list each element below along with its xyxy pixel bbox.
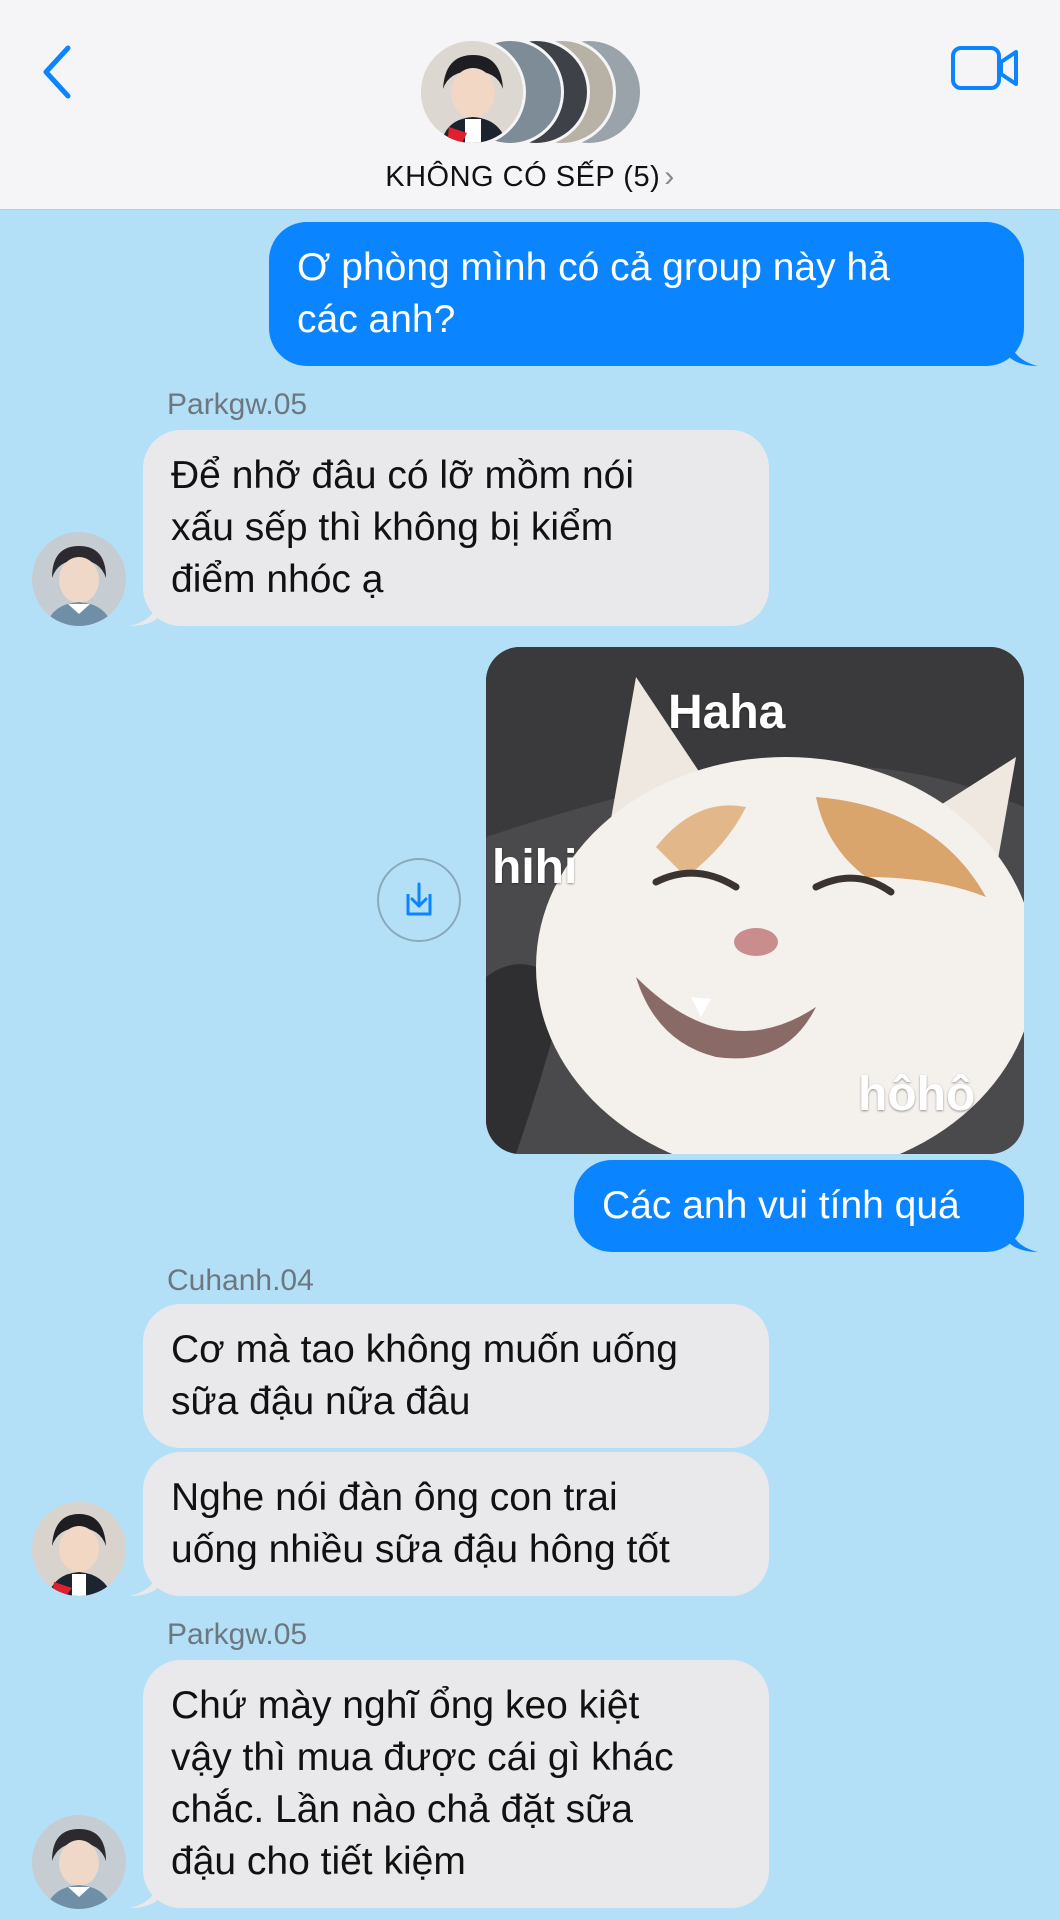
- message-line: Nghe nói đàn ông con trai: [171, 1476, 618, 1519]
- message-line: các anh?: [297, 298, 456, 341]
- download-icon: [406, 882, 432, 916]
- sender-name: Parkgw.05: [167, 388, 308, 421]
- image-caption: hôhô: [858, 1068, 976, 1121]
- avatar[interactable]: [32, 1502, 126, 1596]
- group-title-label: KHÔNG CÓ SẾP (5): [385, 161, 661, 193]
- message-line: điểm nhóc ạ: [171, 558, 384, 601]
- message-line: đậu cho tiết kiệm: [171, 1840, 466, 1883]
- image-caption: hihi: [492, 841, 578, 894]
- avatar[interactable]: [32, 532, 126, 626]
- message-line: vậy thì mua được cái gì khác: [171, 1736, 674, 1779]
- group-title[interactable]: KHÔNG CÓ SẾP (5) ›: [0, 160, 1060, 194]
- bubble-tail: [130, 1878, 160, 1908]
- group-avatars[interactable]: [418, 38, 643, 148]
- message-bubble-outgoing[interactable]: Các anh vui tính quá: [574, 1160, 1024, 1252]
- message-line: Các anh vui tính quá: [602, 1184, 960, 1227]
- bubble-tail: [130, 1566, 160, 1596]
- avatar[interactable]: [32, 1815, 126, 1909]
- message-bubble-outgoing[interactable]: Ơ phòng mình có cả group này hả các anh?: [269, 222, 1024, 366]
- avatar: [418, 38, 526, 146]
- message-line: Để nhỡ đâu có lỡ mồm nói: [171, 454, 635, 497]
- message-line: sữa đậu nữa đâu: [171, 1380, 471, 1423]
- message-bubble-incoming[interactable]: Để nhỡ đâu có lỡ mồm nói xấu sếp thì khô…: [143, 430, 769, 626]
- message-line: chắc. Lần nào chả đặt sữa: [171, 1788, 633, 1831]
- image-caption: Haha: [668, 686, 786, 739]
- message-line: Chứ mày nghĩ ổng keo kiệt: [171, 1684, 640, 1727]
- message-line: Cơ mà tao không muốn uống: [171, 1328, 678, 1371]
- chevron-left-icon: [43, 45, 71, 99]
- message-bubble-incoming[interactable]: Cơ mà tao không muốn uống sữa đậu nữa đâ…: [143, 1304, 769, 1448]
- message-bubble-incoming[interactable]: Nghe nói đàn ông con trai uống nhiều sữa…: [143, 1452, 769, 1596]
- video-camera-icon: [951, 46, 1018, 90]
- message-line: Ơ phòng mình có cả group này hả: [297, 246, 890, 289]
- chevron-right-icon: ›: [664, 160, 675, 193]
- message-bubble-incoming[interactable]: Chứ mày nghĩ ổng keo kiệt vậy thì mua đư…: [143, 1660, 769, 1908]
- message-line: xấu sếp thì không bị kiểm: [171, 506, 614, 549]
- message-line: uống nhiều sữa đậu hông tốt: [171, 1528, 670, 1571]
- save-image-button[interactable]: [377, 858, 461, 942]
- cat-meme-image[interactable]: Haha hihi hôhô: [486, 647, 1024, 1154]
- back-button[interactable]: [38, 42, 78, 102]
- bubble-tail: [1008, 336, 1038, 366]
- sender-name: Cuhanh.04: [167, 1264, 314, 1297]
- bubble-tail: [130, 596, 160, 626]
- chat-header: KHÔNG CÓ SẾP (5) ›: [0, 0, 1060, 210]
- bubble-tail: [1008, 1222, 1038, 1252]
- sender-name: Parkgw.05: [167, 1618, 308, 1651]
- video-call-button[interactable]: [950, 42, 1020, 94]
